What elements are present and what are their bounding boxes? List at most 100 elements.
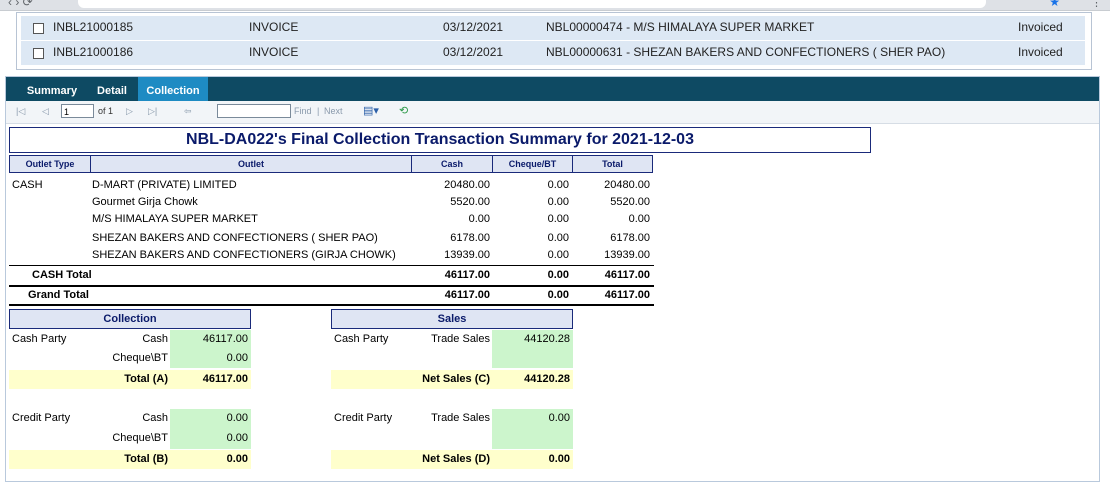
cash-total-cheque: 0.00	[547, 269, 569, 281]
next-page-icon[interactable]: ▷	[126, 106, 133, 117]
invoice-type: INVOICE	[249, 45, 299, 59]
collection-cash-label: Cash	[142, 333, 168, 345]
cash-value: 6178.00	[450, 232, 490, 244]
cash-value: 0.00	[468, 213, 490, 225]
sales-credit-party-label: Credit Party	[334, 412, 393, 424]
report-viewer: Summary Detail Collection |◁ ◁ 1 of 1 ▷ …	[5, 76, 1100, 482]
total-value: 5520.00	[610, 196, 650, 208]
invoice-row[interactable]: INBL21000186 INVOICE 03/12/2021 NBL00000…	[21, 41, 1085, 65]
invoice-row[interactable]: INBL21000185 INVOICE 03/12/2021 NBL00000…	[21, 16, 1085, 40]
invoice-date: 03/12/2021	[443, 45, 504, 59]
cash-value: 20480.00	[444, 179, 490, 191]
refresh-icon[interactable]: ⟲	[399, 104, 408, 117]
collection-cheque-label-2: Cheque\BT	[112, 432, 168, 444]
invoice-party: NBL00000474 - M/S HIMALAYA SUPER MARKET	[546, 20, 815, 34]
divider	[9, 285, 654, 287]
first-page-icon[interactable]: |◁	[16, 106, 25, 117]
sales-cash-party-label: Cash Party	[334, 333, 389, 345]
cheque-value: 0.00	[547, 213, 569, 225]
report-title: NBL-DA022's Final Collection Transaction…	[186, 131, 694, 148]
back-icon[interactable]: ⇦	[184, 106, 192, 117]
total-value: 0.00	[628, 213, 650, 225]
page-number-input[interactable]: 1	[61, 104, 94, 118]
export-icon[interactable]: ▤▾	[363, 104, 379, 117]
total-value: 13939.00	[604, 249, 650, 261]
outlet-type-label: CASH	[12, 179, 43, 191]
collection-credit-party-cheque: 0.00	[226, 432, 248, 444]
grand-total-cash: 46117.00	[444, 289, 490, 301]
sales-net-d: 0.00	[548, 453, 570, 465]
col-outlet: Outlet	[90, 155, 412, 173]
collection-cash-label-2: Cash	[142, 412, 168, 424]
browser-toolbar: ‹ › ⟳ ★ ⋮	[0, 0, 1110, 11]
invoice-id: INBL21000186	[53, 45, 134, 59]
invoice-party: NBL00000631 - SHEZAN BAKERS AND CONFECTI…	[546, 45, 946, 59]
toolbar-separator: |	[317, 106, 320, 116]
back-forward-reload-icons[interactable]: ‹ › ⟳	[8, 0, 33, 9]
next-link[interactable]: Next	[324, 106, 343, 116]
collection-total-b: 0.00	[226, 453, 248, 465]
cheque-value: 0.00	[547, 232, 569, 244]
bookmark-star-icon[interactable]: ★	[1049, 0, 1060, 9]
outlet-name: D-MART (PRIVATE) LIMITED	[92, 179, 237, 191]
outlet-name: Gourmet Girja Chowk	[92, 196, 198, 208]
cheque-value: 0.00	[547, 196, 569, 208]
invoice-status: Invoiced	[1018, 45, 1063, 59]
sales-trade-sales-label: Trade Sales	[431, 333, 490, 345]
grand-total-label: Grand Total	[28, 289, 89, 301]
collection-cash-party-cash: 46117.00	[202, 333, 248, 345]
outlet-name: SHEZAN BAKERS AND CONFECTIONERS (GIRJA C…	[92, 249, 396, 261]
collection-credit-party-cash: 0.00	[226, 412, 248, 424]
row-checkbox[interactable]	[33, 23, 44, 34]
page-count: of 1	[98, 106, 114, 116]
prev-page-icon[interactable]: ◁	[42, 106, 49, 117]
grand-total-total: 46117.00	[604, 289, 650, 301]
divider	[9, 265, 654, 266]
report-tabs: Summary Detail Collection	[6, 77, 1099, 101]
cash-total-label: CASH Total	[32, 269, 92, 281]
grand-total-cheque: 0.00	[547, 289, 569, 301]
find-link[interactable]: Find	[294, 106, 312, 116]
divider	[9, 304, 654, 306]
tab-detail[interactable]: Detail	[88, 77, 136, 101]
cheque-value: 0.00	[547, 249, 569, 261]
sales-net-c-label: Net Sales (C)	[422, 373, 490, 385]
total-value: 20480.00	[604, 179, 650, 191]
tab-collection[interactable]: Collection	[138, 77, 208, 101]
collection-cash-party-cheque: 0.00	[226, 352, 248, 364]
invoice-id: INBL21000185	[53, 20, 134, 34]
cheque-value: 0.00	[547, 179, 569, 191]
sales-trade-sales-label-2: Trade Sales	[431, 412, 490, 424]
sales-credit-trade-sales: 0.00	[548, 412, 570, 424]
collection-credit-party-label: Credit Party	[12, 412, 71, 424]
cash-value: 5520.00	[450, 196, 490, 208]
browser-menu-icon[interactable]: ⋮	[1091, 0, 1102, 9]
collection-total-a-label: Total (A)	[124, 373, 168, 385]
last-page-icon[interactable]: ▷|	[148, 106, 157, 117]
col-outlet-type: Outlet Type	[9, 155, 91, 173]
tab-summary[interactable]: Summary	[16, 77, 88, 101]
invoice-date: 03/12/2021	[443, 20, 504, 34]
col-cheque: Cheque/BT	[492, 155, 573, 173]
cash-total-total: 46117.00	[604, 269, 650, 281]
sales-net-d-label: Net Sales (D)	[422, 453, 490, 465]
row-checkbox[interactable]	[33, 48, 44, 59]
total-value: 6178.00	[610, 232, 650, 244]
address-bar[interactable]	[78, 0, 986, 8]
invoice-type: INVOICE	[249, 20, 299, 34]
sales-header: Sales	[331, 309, 573, 329]
collection-total-a: 46117.00	[202, 373, 248, 385]
invoice-list: INBL21000185 INVOICE 03/12/2021 NBL00000…	[16, 12, 1092, 70]
find-input[interactable]	[217, 104, 291, 118]
sales-net-c: 44120.28	[524, 373, 570, 385]
outlet-name: SHEZAN BAKERS AND CONFECTIONERS ( SHER P…	[92, 232, 378, 244]
invoice-status: Invoiced	[1018, 20, 1063, 34]
col-total: Total	[572, 155, 653, 173]
sales-cash-trade-sales: 44120.28	[524, 333, 570, 345]
collection-total-b-label: Total (B)	[124, 453, 168, 465]
outlet-name: M/S HIMALAYA SUPER MARKET	[92, 213, 258, 225]
collection-cheque-label: Cheque\BT	[112, 352, 168, 364]
report-title-box: NBL-DA022's Final Collection Transaction…	[9, 127, 871, 153]
collection-header: Collection	[9, 309, 251, 329]
col-cash: Cash	[411, 155, 493, 173]
